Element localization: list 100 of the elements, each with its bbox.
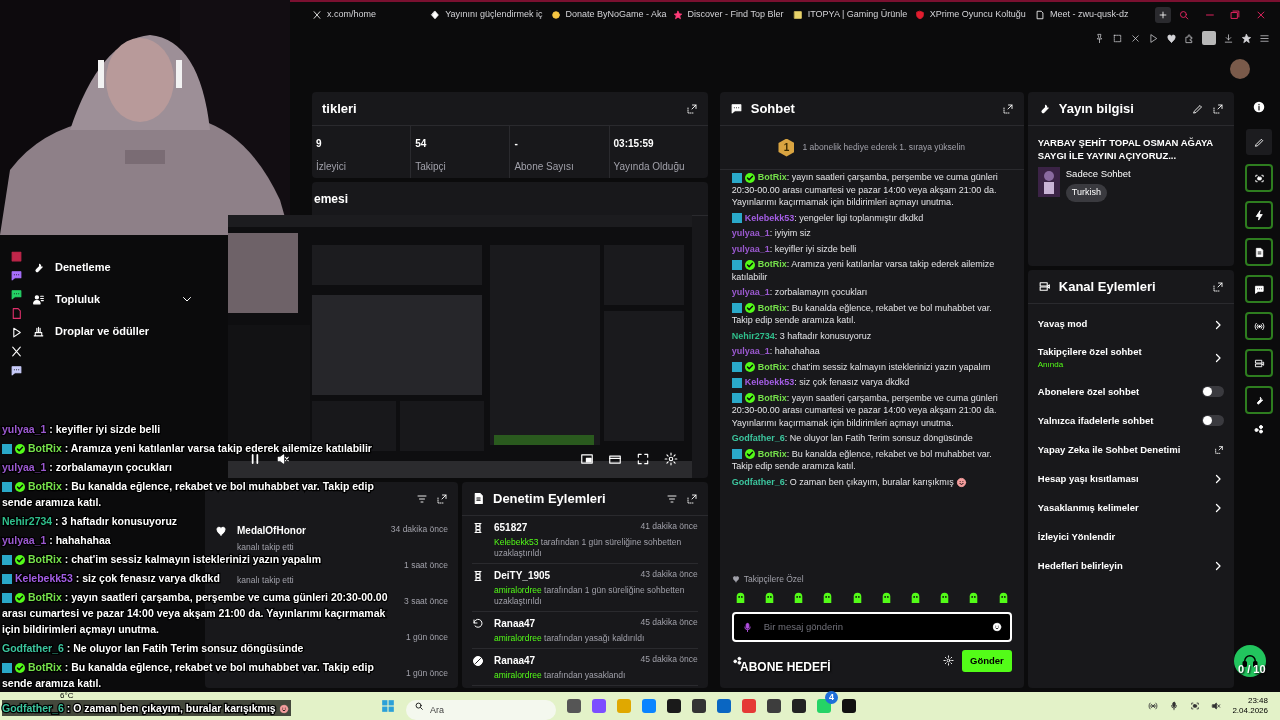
toggle-switch[interactable] <box>1202 386 1225 398</box>
menu-item[interactable]: Yalnızca ifadelerle sohbet <box>1037 413 1203 428</box>
message-input[interactable]: Bir mesaj gönderin <box>731 611 1012 642</box>
extension-icon[interactable] <box>1184 32 1195 44</box>
edit-icon[interactable] <box>1192 102 1205 115</box>
overlay-chat-message: yulyaa_1 : hahahahaa <box>2 533 111 548</box>
menu-item[interactable]: Takipçilere özel sohbet <box>1037 345 1213 360</box>
popout-icon[interactable] <box>436 493 448 505</box>
sidebar-item[interactable]: Droplar ve ödüller <box>32 320 193 342</box>
browser-tab[interactable]: ITOPYA | Gaming Ürünle <box>788 4 911 26</box>
browser-tab[interactable]: Yayınını güçlendirmek iç <box>426 4 547 26</box>
search-icon[interactable] <box>1177 9 1190 21</box>
menu-item[interactable]: Hesap yaşı kısıtlaması <box>1037 471 1213 486</box>
popout-icon[interactable] <box>685 492 698 505</box>
app-icon[interactable] <box>767 699 781 713</box>
twitch-icon[interactable] <box>9 269 23 282</box>
overlay-chat-message: BotRix : yayın saatleri çarşamba, perşembe ve cuma günleri 20:30-00.00 arası cumartesi ve pazar 14:00 veya akşam 21:00 da. Yayınlarımı kaçırmamak için bildirimleri açmayı unutma. <box>2 590 389 637</box>
toggle-switch[interactable] <box>1202 415 1225 427</box>
screenshot-icon[interactable] <box>1112 32 1123 44</box>
app-icon[interactable] <box>692 699 706 713</box>
tool-button[interactable] <box>1245 238 1274 266</box>
microphone-icon[interactable] <box>741 621 753 633</box>
settings-icon[interactable] <box>664 452 678 466</box>
stat-label: Takipçi <box>415 160 447 174</box>
fullscreen-icon[interactable] <box>636 452 650 466</box>
gift-icon <box>32 324 45 338</box>
send-button[interactable]: Gönder <box>962 649 1012 672</box>
panel-title: emesi <box>314 190 349 208</box>
event-time: 45 dakika önce <box>640 653 698 666</box>
display-icon[interactable] <box>1190 701 1201 711</box>
menu-item[interactable]: Abonelere özel sohbet <box>1037 384 1203 399</box>
browser-tab[interactable]: Discover - Find Top Bler <box>668 4 789 26</box>
dots-icon[interactable] <box>1253 423 1266 435</box>
clock-time: 23:48 <box>1247 696 1268 706</box>
app-icon[interactable] <box>817 699 831 713</box>
chat-message: Godfather_6: Ne oluyor lan Fatih Terim sonsuz döngüsünde <box>731 432 974 445</box>
browser-tab[interactable]: Meet - zwu-qusk-dz <box>1030 4 1152 26</box>
status-label: Anında <box>1037 359 1065 372</box>
ban-icon <box>472 655 484 667</box>
menu-item[interactable]: Yapay Zeka ile Sohbet Denetimi <box>1037 442 1215 457</box>
event-text: kanalı takip etti <box>237 541 295 554</box>
settings-icon[interactable] <box>943 655 954 667</box>
popout-icon[interactable] <box>685 102 698 115</box>
edit-button[interactable] <box>1246 129 1273 155</box>
mute-icon[interactable] <box>276 452 290 466</box>
popout-icon[interactable] <box>1001 102 1014 115</box>
popout-icon[interactable] <box>1212 280 1225 293</box>
whatsapp-icon[interactable] <box>9 288 23 301</box>
emoji-icon[interactable] <box>991 621 1002 632</box>
popout-icon[interactable] <box>1212 102 1225 115</box>
external-link-icon[interactable] <box>1214 444 1225 455</box>
network-icon[interactable] <box>1148 701 1159 711</box>
download-icon[interactable] <box>1223 32 1234 44</box>
app-icon[interactable] <box>792 699 806 713</box>
browser-tab[interactable]: Donate ByNoGame - Aka <box>546 4 669 26</box>
sidebar-item[interactable]: Denetleme <box>32 256 193 278</box>
app-icon[interactable] <box>842 699 856 713</box>
browser-tab[interactable]: XPrime Oyuncu Koltuğu <box>910 4 1031 26</box>
filter-icon[interactable] <box>416 493 428 505</box>
x-logo-icon[interactable] <box>9 345 23 358</box>
play-icon[interactable] <box>1148 32 1159 44</box>
restore-icon[interactable] <box>1229 9 1242 21</box>
menu-item[interactable]: İzleyici Yönlendir <box>1037 529 1225 544</box>
sidebar-item[interactable]: Topluluk <box>32 288 193 310</box>
menu-icon[interactable] <box>1259 32 1270 44</box>
event-time: 1 gün önce <box>405 667 448 680</box>
panel-title: Denetim Eylemleri <box>493 489 607 508</box>
tool-button[interactable] <box>1245 201 1274 229</box>
category-thumbnail[interactable] <box>1037 167 1060 197</box>
tool-button[interactable] <box>1245 275 1274 303</box>
menu-item[interactable]: Yavaş mod <box>1037 317 1213 332</box>
tool-button[interactable] <box>1245 349 1274 377</box>
close-icon[interactable] <box>1130 32 1141 44</box>
new-tab-button[interactable] <box>1155 7 1171 23</box>
microphone-icon[interactable] <box>1169 701 1180 711</box>
event-text: Kelebekk53 tarafından 1 gün süreliğine sohbetten uzaklaştırıldı <box>494 537 683 559</box>
heart-icon[interactable] <box>1166 32 1177 44</box>
search-field[interactable]: Ara <box>406 700 556 720</box>
pinned-message: 1 abonelik hediye ederek 1. sıraya yükselin <box>802 141 966 154</box>
chat-message: BotRix: chat'im sessiz kalmayın isteklerinizi yazın yapalım <box>731 360 1014 373</box>
menu-item[interactable]: Hedefleri belirleyin <box>1037 558 1213 573</box>
browser-tab[interactable]: x.com/home <box>308 4 427 26</box>
goal-label: ABONE HEDEFİ <box>740 659 831 676</box>
tool-button[interactable] <box>1245 164 1274 192</box>
volume-icon[interactable] <box>1211 701 1222 711</box>
m-logo-icon[interactable] <box>9 250 23 263</box>
user-avatar[interactable] <box>1230 59 1250 79</box>
info-icon[interactable] <box>1252 100 1267 114</box>
discord-icon[interactable] <box>9 364 23 377</box>
picture-in-picture-icon[interactable] <box>580 452 594 466</box>
tool-button[interactable] <box>1245 386 1274 414</box>
filter-icon[interactable] <box>665 492 678 505</box>
theater-mode-icon[interactable] <box>608 452 622 466</box>
windows-start-icon[interactable] <box>381 699 395 713</box>
shield-icon <box>914 10 925 20</box>
tool-button[interactable] <box>1245 312 1274 340</box>
pin-icon[interactable] <box>1094 32 1105 44</box>
app-icon[interactable] <box>567 699 581 713</box>
menu-item[interactable]: Yasaklanmış kelimeler <box>1037 500 1213 515</box>
app-icon[interactable] <box>667 699 681 713</box>
